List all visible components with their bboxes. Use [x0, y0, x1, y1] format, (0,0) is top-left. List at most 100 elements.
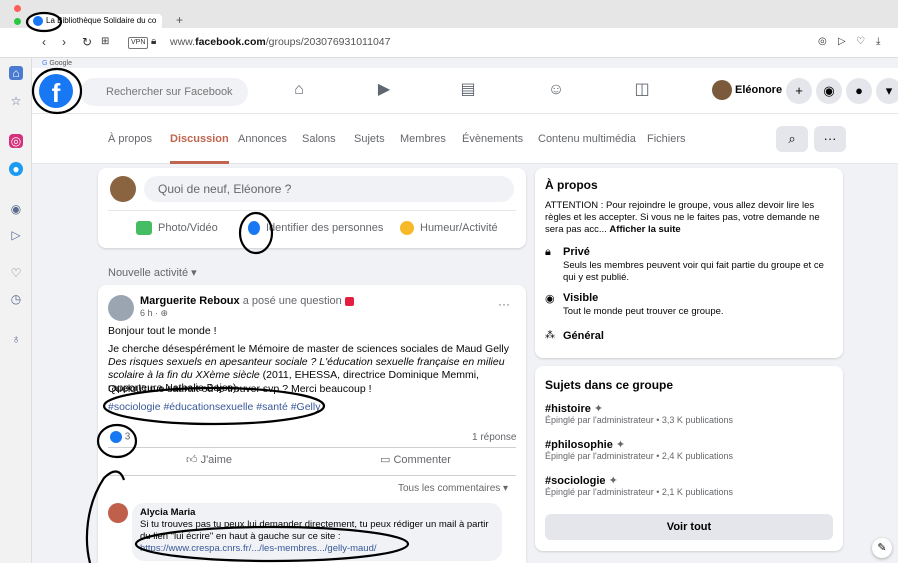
close-window-dot[interactable]: [14, 5, 21, 12]
tab-annonces[interactable]: Annonces: [238, 114, 287, 164]
comment-link[interactable]: https://www.crespa.cnrs.fr/.../les-membr…: [140, 543, 494, 555]
profile-name[interactable]: Eléonore: [735, 84, 782, 96]
post-time: 6 h · ⊕: [140, 308, 169, 318]
twitter-icon[interactable]: ●: [9, 162, 23, 176]
facebook-favicon-icon: [33, 16, 43, 26]
comment-button[interactable]: ▭ Commenter: [380, 453, 451, 466]
tab-a-propos[interactable]: À propos: [108, 114, 152, 164]
smiley-icon: [400, 221, 414, 236]
history-icon[interactable]: ◷: [9, 292, 23, 306]
topics-card: Sujets dans ce groupe #histoire ✦ Épingl…: [535, 366, 843, 551]
download-icon[interactable]: ⤓: [876, 34, 880, 50]
group-tabs: À propos Discussion Annonces Salons Suje…: [32, 114, 898, 164]
post-line1: Bonjour tout le monde !: [108, 325, 217, 337]
composer-input[interactable]: Quoi de neuf, Eléonore ?: [144, 176, 514, 202]
photo-icon: [136, 221, 152, 236]
player-icon[interactable]: ▷: [9, 228, 23, 242]
like-button[interactable]: 👍︎ J'aime: [186, 453, 232, 466]
topic-item[interactable]: #philosophie ✦ Épinglé par l'administrat…: [545, 438, 733, 461]
group-search-icon[interactable]: ⌕: [776, 126, 808, 152]
browser-tab-bar: La Bibliothèque Solidaire du co +: [0, 0, 898, 28]
camera-icon[interactable]: ◎: [818, 34, 827, 50]
address-bar-row: ‹ › ↻ ⊞ VPN 🔒︎ www.facebook.com/groups/2…: [0, 28, 898, 67]
post-more-icon[interactable]: ···: [498, 297, 510, 311]
marketplace-nav-icon[interactable]: ▤: [456, 78, 480, 102]
home-icon[interactable]: ⌂: [9, 66, 23, 80]
comment-author-avatar[interactable]: [108, 503, 128, 523]
tag-people-button[interactable]: Identifier des personnes: [248, 218, 383, 238]
actions-divider-2: [108, 475, 516, 476]
facebook-logo-icon[interactable]: f: [39, 74, 73, 108]
create-plus-icon[interactable]: +: [786, 78, 812, 104]
private-title: Privé: [563, 246, 590, 258]
composer-divider: [108, 210, 516, 211]
watch-nav-icon[interactable]: ▶︎: [372, 78, 396, 102]
pin-icon: ✦: [608, 475, 618, 487]
tag-people-icon: [248, 221, 260, 236]
url-field[interactable]: www.facebook.com/groups/203076931011047: [170, 34, 390, 50]
pin-icon: ✦: [615, 439, 626, 451]
search-input[interactable]: [80, 78, 248, 106]
feeling-activity-button[interactable]: Humeur/Activité: [400, 218, 498, 238]
lock-small-icon: 🔒︎: [545, 246, 551, 258]
comment-author[interactable]: Alycia Maria: [140, 507, 494, 519]
feed-sort-label[interactable]: Nouvelle activité ▾: [108, 266, 197, 279]
tabs-grid-icon[interactable]: ⊞: [101, 34, 109, 50]
photo-video-button[interactable]: Photo/Vidéo: [136, 218, 218, 238]
post-author[interactable]: Marguerite Reboux: [140, 295, 240, 307]
forward-arrow-icon[interactable]: ›: [62, 34, 66, 50]
private-desc: Seuls les membres peuvent voir qui fait …: [563, 260, 824, 283]
topic-item[interactable]: #histoire ✦ Épinglé par l'administrateur…: [545, 402, 733, 425]
about-title: À propos: [545, 178, 598, 192]
home-nav-icon[interactable]: ⌂: [287, 78, 311, 102]
tab-contenu-multimedia[interactable]: Contenu multimédia: [538, 114, 636, 164]
browser-tab[interactable]: La Bibliothèque Solidaire du co: [30, 14, 162, 28]
tab-fichiers[interactable]: Fichiers: [647, 114, 686, 164]
post-author-avatar[interactable]: [108, 295, 134, 321]
profile-avatar[interactable]: [712, 80, 732, 100]
ideas-icon[interactable]: ♁: [9, 332, 23, 346]
post-card: Marguerite Reboux a posé une question 6 …: [98, 285, 526, 563]
see-all-button[interactable]: Voir tout: [545, 514, 833, 540]
bookmark-icon[interactable]: ☆: [9, 94, 23, 108]
show-more-link[interactable]: Afficher la suite: [609, 224, 680, 235]
heart-icon[interactable]: ♡: [856, 34, 865, 50]
comments-sort[interactable]: Tous les commentaires ▾: [398, 483, 508, 494]
new-message-icon[interactable]: ✎: [872, 538, 892, 558]
actions-divider: [108, 447, 516, 448]
question-icon: [344, 296, 354, 306]
tab-membres[interactable]: Membres: [400, 114, 446, 164]
new-tab-plus-icon[interactable]: +: [176, 13, 183, 27]
tab-evenements[interactable]: Évènements: [462, 114, 523, 164]
post-hashtags[interactable]: #sociologie #éducationsexuelle #santé #G…: [108, 401, 520, 414]
more-options-icon[interactable]: ···: [814, 126, 846, 152]
reload-icon[interactable]: ↻: [82, 34, 92, 50]
post-composer: Quoi de neuf, Eléonore ? Photo/Vidéo Ide…: [98, 168, 526, 248]
groups-nav-icon[interactable]: ☺: [544, 78, 568, 102]
lock-icon: 🔒︎: [151, 36, 157, 47]
thumbs-up-icon: 👍︎: [186, 454, 198, 466]
gaming-nav-icon[interactable]: ◫: [630, 78, 654, 102]
like-reaction-icon: [110, 431, 122, 443]
like-count[interactable]: 3: [110, 431, 130, 443]
send-icon[interactable]: ▷: [838, 34, 846, 50]
messenger-button-icon[interactable]: ◉: [816, 78, 842, 104]
account-chevron-down-icon[interactable]: ▾: [876, 78, 898, 104]
back-arrow-icon[interactable]: ‹: [42, 34, 46, 50]
reply-count[interactable]: 1 réponse: [472, 432, 516, 443]
maximize-window-dot[interactable]: [14, 18, 21, 25]
notifications-bell-icon[interactable]: ●: [846, 78, 872, 104]
tab-sujets[interactable]: Sujets: [354, 114, 385, 164]
general-label: Général: [563, 330, 604, 342]
people-icon: ⁂: [545, 330, 555, 341]
tab-discussion[interactable]: Discussion: [170, 114, 229, 164]
tab-salons[interactable]: Salons: [302, 114, 336, 164]
comment-text: Si tu trouves pas tu peux lui demander d…: [140, 519, 489, 542]
instagram-icon[interactable]: ◎: [9, 134, 23, 148]
favorites-icon[interactable]: ♡: [9, 266, 23, 280]
topic-item[interactable]: #sociologie ✦ Épinglé par l'administrate…: [545, 474, 733, 497]
messenger-icon[interactable]: ◉: [9, 202, 23, 216]
vpn-badge[interactable]: VPN: [128, 37, 149, 49]
tab-title: La Bibliothèque Solidaire du co: [46, 16, 157, 25]
visible-desc: Tout le monde peut trouver ce groupe.: [563, 306, 724, 317]
